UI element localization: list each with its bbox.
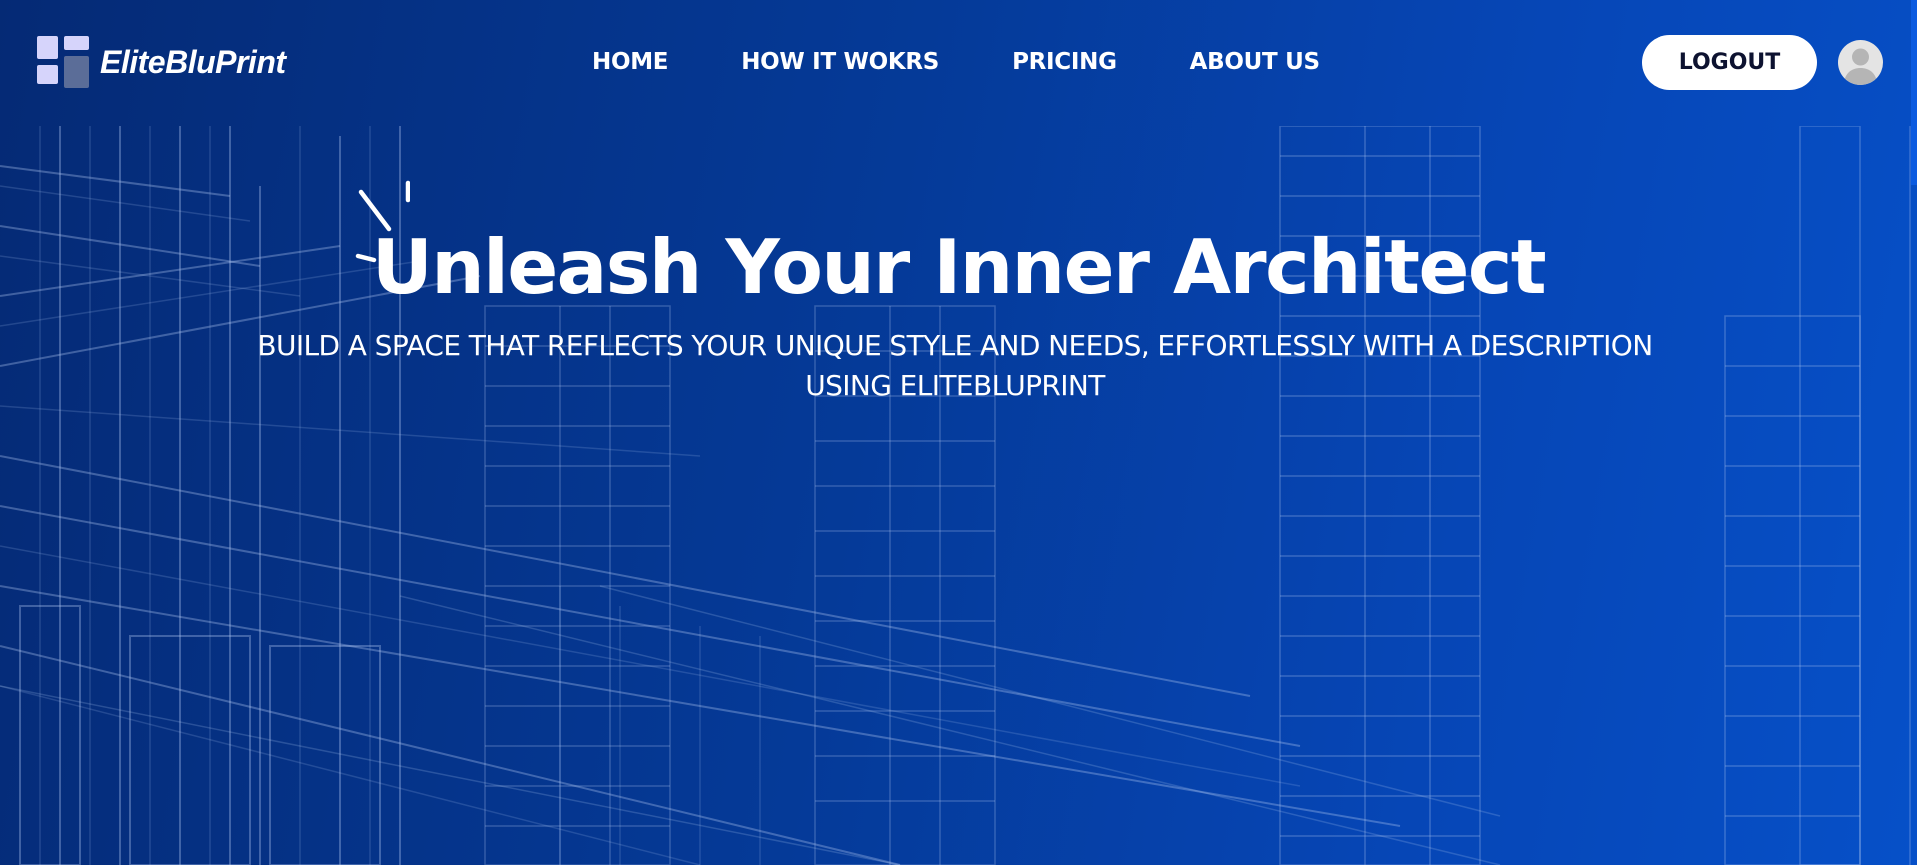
nav-item-home[interactable]: HOME xyxy=(592,46,669,78)
hero-title: Unleash Your Inner Architect xyxy=(371,223,1547,311)
grid-blocks-icon xyxy=(37,36,89,88)
top-navigation-bar: EliteBluPrint HOME HOW IT WOKRS PRICING … xyxy=(0,0,1917,126)
nav-item-how-it-works[interactable]: HOW IT WOKRS xyxy=(741,46,939,78)
nav-item-about-us[interactable]: ABOUT US xyxy=(1190,46,1320,78)
nav-item-pricing[interactable]: PRICING xyxy=(1012,46,1117,78)
hero-subtitle: BUILD A SPACE THAT REFLECTS YOUR UNIQUE … xyxy=(257,329,1653,402)
main-nav: HOME HOW IT WOKRS PRICING ABOUT US xyxy=(592,46,1320,78)
brand-name: EliteBluPrint xyxy=(100,44,286,80)
landing-page: EliteBluPrint HOME HOW IT WOKRS PRICING … xyxy=(0,0,1917,865)
logout-button[interactable]: LOGOUT xyxy=(1642,35,1817,90)
brand-logo[interactable]: EliteBluPrint xyxy=(37,36,286,88)
user-avatar-icon[interactable] xyxy=(1838,40,1883,85)
